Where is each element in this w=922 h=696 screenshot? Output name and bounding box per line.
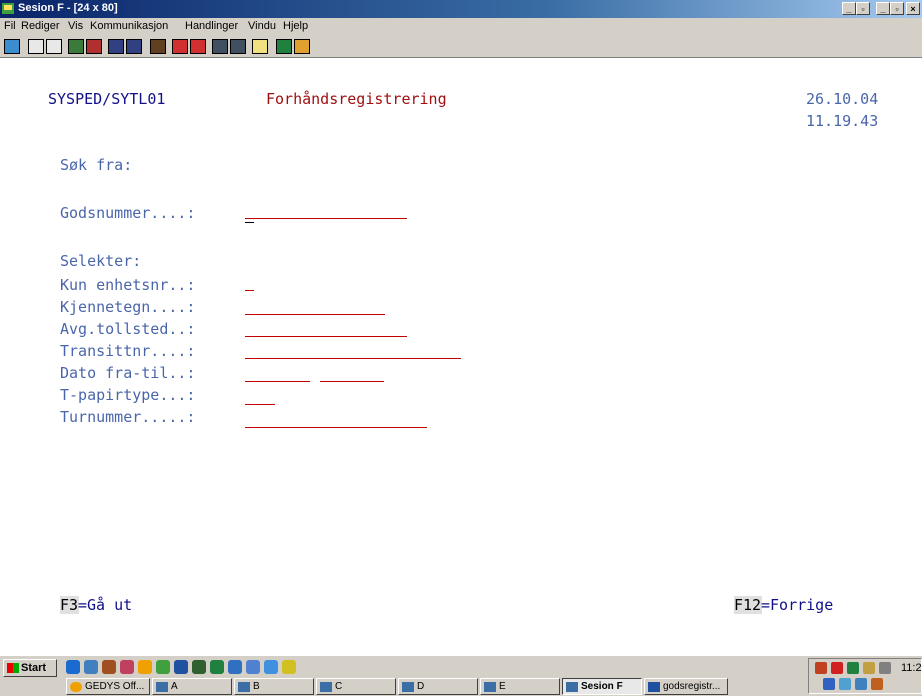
- transittnr-input[interactable]: [245, 358, 461, 359]
- start-label: Start: [21, 662, 47, 674]
- menu-hjelp[interactable]: Hjelp: [283, 20, 308, 32]
- screen-date: 26.10.04: [806, 90, 879, 108]
- receive-icon[interactable]: [86, 39, 102, 54]
- restore-outer-icon[interactable]: ▫: [890, 2, 904, 15]
- f12-label: =Forrige: [761, 596, 834, 614]
- quicklaunch-13-icon[interactable]: [282, 660, 296, 674]
- quicklaunch-3-icon[interactable]: [102, 660, 116, 674]
- close-icon[interactable]: ×: [906, 2, 920, 15]
- transfer-up-icon[interactable]: [212, 39, 228, 54]
- record-icon[interactable]: [172, 39, 188, 54]
- word-icon[interactable]: [174, 660, 188, 674]
- kun-enhetsnr-label: Kun enhetsnr..:: [60, 276, 196, 294]
- task-d[interactable]: D: [398, 678, 478, 695]
- task-c[interactable]: C: [316, 678, 396, 695]
- menu-rediger[interactable]: Rediger: [21, 20, 60, 32]
- screen-title: Forhåndsregistrering: [266, 90, 447, 108]
- turnummer-label: Turnummer.....:: [60, 408, 196, 426]
- excel-icon[interactable]: [210, 660, 224, 674]
- send-icon[interactable]: [68, 39, 84, 54]
- play-icon[interactable]: [190, 39, 206, 54]
- tray-3-icon[interactable]: [847, 662, 859, 674]
- menu-kommunikasjon[interactable]: Kommunikasjon: [90, 20, 168, 32]
- quicklaunch-11-icon[interactable]: [246, 660, 260, 674]
- task-e[interactable]: E: [480, 678, 560, 695]
- program-id: SYSPED/SYTL01: [48, 90, 166, 108]
- tools-icon[interactable]: [294, 39, 310, 54]
- start-button[interactable]: Start: [3, 659, 57, 677]
- tray-6-icon[interactable]: [823, 678, 835, 690]
- minimize-outer-icon[interactable]: _: [876, 2, 890, 15]
- menu-bar: Fil Rediger Vis Kommunikasjon Handlinger…: [0, 18, 922, 35]
- display-icon[interactable]: [108, 39, 124, 54]
- kjennetegn-label: Kjennetegn....:: [60, 298, 196, 316]
- task-b[interactable]: B: [234, 678, 314, 695]
- avg-tollsted-input[interactable]: [245, 336, 407, 337]
- menu-vis[interactable]: Vis: [68, 20, 83, 32]
- new-session-icon[interactable]: [4, 39, 20, 54]
- window-titlebar[interactable]: Sesion F - [24 x 80] _ ▫ _ ▫ ×: [0, 0, 922, 18]
- transittnr-label: Transittnr....:: [60, 342, 196, 360]
- selekter-label: Selekter:: [60, 252, 142, 270]
- window-title: Sesion F - [24 x 80]: [18, 2, 118, 14]
- transfer-down-icon[interactable]: [230, 39, 246, 54]
- toolbar: [0, 35, 922, 58]
- clock[interactable]: 11:20: [901, 662, 922, 674]
- tray-5-icon[interactable]: [879, 662, 891, 674]
- kjennetegn-input[interactable]: [245, 314, 385, 315]
- display-2-icon[interactable]: [126, 39, 142, 54]
- kun-enhetsnr-input[interactable]: [245, 290, 254, 291]
- search-from-label: Søk fra:: [60, 156, 133, 174]
- quicklaunch-10-icon[interactable]: [228, 660, 242, 674]
- avg-tollsted-label: Avg.tollsted..:: [60, 320, 196, 338]
- tray-9-icon[interactable]: [871, 678, 883, 690]
- menu-vindu[interactable]: Vindu: [248, 20, 276, 32]
- turnummer-input[interactable]: [245, 427, 427, 428]
- taskbar: Start GEDYS Off... A B C D E Sesion F go…: [0, 655, 922, 696]
- terminal-screen[interactable]: SYSPED/SYTL01 Forhåndsregistrering 26.10…: [0, 58, 922, 655]
- f12-key[interactable]: F12: [734, 596, 761, 614]
- quicklaunch-5-icon[interactable]: [138, 660, 152, 674]
- globe-icon[interactable]: [276, 39, 292, 54]
- screen-time: 11.19.43: [806, 112, 879, 130]
- godsnummer-input[interactable]: [245, 218, 407, 219]
- godsnummer-label: Godsnummer....:: [60, 204, 196, 222]
- dato-til-input[interactable]: [320, 381, 384, 382]
- tray-1-icon[interactable]: [815, 662, 827, 674]
- task-sesion-f[interactable]: Sesion F: [562, 678, 642, 695]
- task-gedys[interactable]: GEDYS Off...: [66, 678, 150, 695]
- ie-icon[interactable]: [66, 660, 80, 674]
- task-a[interactable]: A: [152, 678, 232, 695]
- f3-key[interactable]: F3: [60, 596, 78, 614]
- text-cursor: [245, 222, 254, 223]
- copy-icon[interactable]: [28, 39, 44, 54]
- windows-logo-icon: [7, 663, 19, 673]
- dato-fra-til-label: Dato fra-til..:: [60, 364, 196, 382]
- minimize-icon[interactable]: _: [842, 2, 856, 15]
- t-papirtype-label: T-papirtype...:: [60, 386, 196, 404]
- dato-fra-input[interactable]: [245, 381, 310, 382]
- quicklaunch-8-icon[interactable]: [192, 660, 206, 674]
- tray-4-icon[interactable]: [863, 662, 875, 674]
- terminal-app-icon: [2, 3, 14, 14]
- quicklaunch-4-icon[interactable]: [120, 660, 134, 674]
- paste-icon[interactable]: [46, 39, 62, 54]
- macro-icon[interactable]: [150, 39, 166, 54]
- restore-icon[interactable]: ▫: [856, 2, 870, 15]
- menu-handlinger[interactable]: Handlinger: [185, 20, 238, 32]
- clipboard-icon[interactable]: [252, 39, 268, 54]
- desktop-icon[interactable]: [84, 660, 98, 674]
- tray-7-icon[interactable]: [839, 678, 851, 690]
- t-papirtype-input[interactable]: [245, 404, 275, 405]
- f3-label: =Gå ut: [78, 596, 133, 614]
- quicklaunch-12-icon[interactable]: [264, 660, 278, 674]
- tray-2-icon[interactable]: [831, 662, 843, 674]
- menu-fil[interactable]: Fil: [4, 20, 16, 32]
- quicklaunch-6-icon[interactable]: [156, 660, 170, 674]
- system-tray: 11:20: [808, 658, 922, 694]
- task-godsregistr[interactable]: godsregistr...: [644, 678, 728, 695]
- tray-8-icon[interactable]: [855, 678, 867, 690]
